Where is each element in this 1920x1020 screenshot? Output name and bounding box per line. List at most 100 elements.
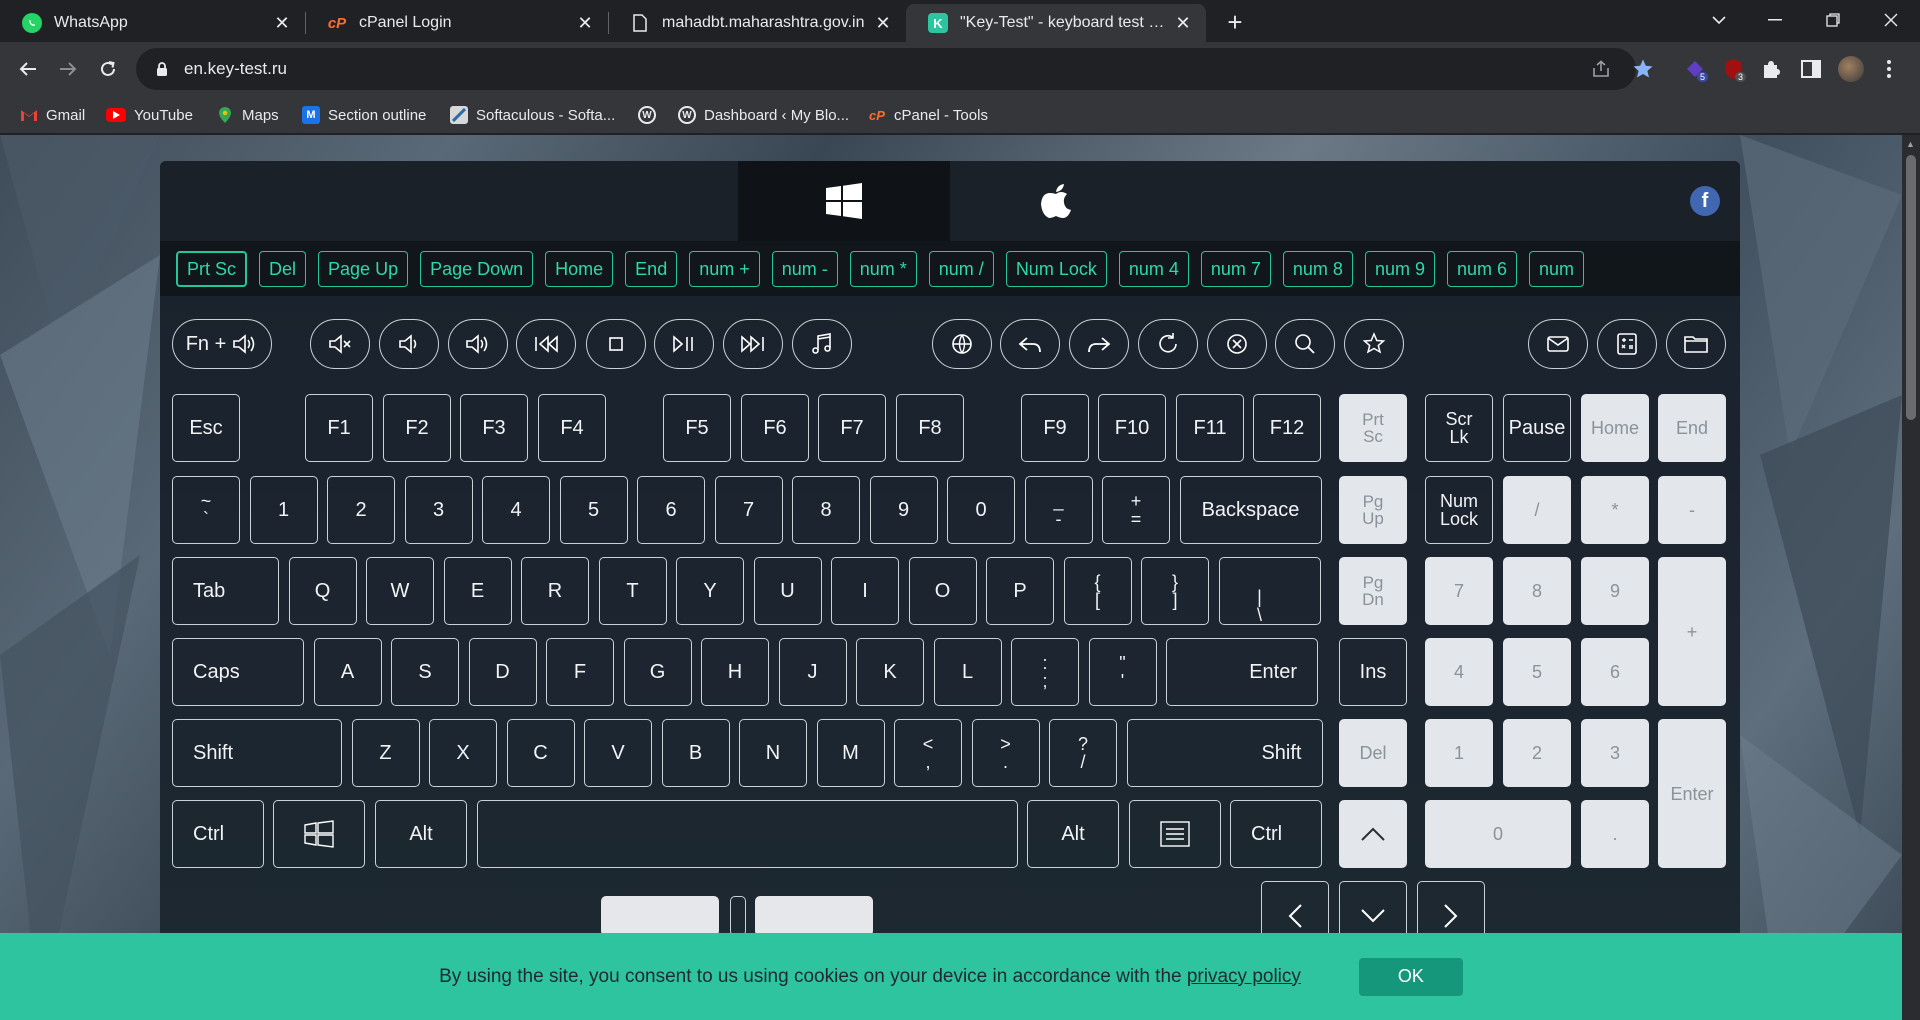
ublock-icon[interactable]: 3 [1718,54,1748,84]
key-[interactable]: + = [1102,476,1170,544]
key-f7[interactable]: F7 [818,394,886,462]
bookmark-gmail[interactable]: Gmail [20,104,85,126]
key-c[interactable]: C [506,719,575,787]
key-[interactable]: {[ [1063,557,1132,625]
puzzle-extensions-icon[interactable] [1756,54,1786,84]
key-3[interactable]: 3 [404,476,473,544]
key-del[interactable]: Del [1339,719,1407,787]
back-icon[interactable] [12,53,44,85]
mouse-wheel[interactable] [730,896,746,936]
key-num7[interactable]: 7 [1425,557,1493,625]
key-num5[interactable]: 5 [1503,638,1571,706]
key-v[interactable]: V [584,719,652,787]
key-ins[interactable]: Ins [1339,638,1407,706]
key-j[interactable]: J [778,638,847,706]
share-icon[interactable] [1586,54,1616,84]
cookie-ok-button[interactable]: OK [1358,957,1463,996]
key-pause[interactable]: Pause [1503,394,1571,462]
key-f12[interactable]: F12 [1253,394,1321,462]
mouse-left-button[interactable] [601,896,719,936]
reload-icon[interactable] [92,53,124,85]
apple-tab[interactable] [950,161,1162,241]
key-num-plus[interactable]: + [1658,557,1726,706]
bookmark-section-outline[interactable]: M Section outline [302,104,426,126]
key-[interactable]: }] [1141,557,1209,625]
voldown-key[interactable] [379,319,439,369]
key-prtsc[interactable]: Prt Sc [1339,394,1407,462]
facebook-icon[interactable]: f [1690,186,1720,216]
menu-icon[interactable] [1874,54,1904,84]
key-enter[interactable]: Enter [1166,638,1318,706]
key-t[interactable]: T [598,557,667,625]
key-num8[interactable]: 8 [1503,557,1571,625]
key-4[interactable]: 4 [482,476,550,544]
close-window-icon[interactable] [1862,0,1920,40]
key-[interactable]: ~ ` [172,476,240,544]
key-num-enter[interactable]: Enter [1658,719,1726,868]
key-8[interactable]: 8 [792,476,860,544]
key-numlock[interactable]: Num Lock [1425,476,1493,544]
key-ctrl-left[interactable]: Ctrl [172,800,264,868]
new-tab-button[interactable]: + [1220,7,1250,37]
tab-search-icon[interactable] [1690,0,1748,40]
stopload-key[interactable] [1207,319,1267,369]
stop-key[interactable] [586,319,646,369]
star-key[interactable] [1344,319,1404,369]
key-0[interactable]: 0 [947,476,1015,544]
forward-key[interactable] [1069,319,1129,369]
key-m[interactable]: M [816,719,885,787]
tab-cpanel[interactable]: cP cPanel Login ✕ [305,4,608,42]
key-f9[interactable]: F9 [1021,394,1089,462]
key-f8[interactable]: F8 [896,394,964,462]
key-x[interactable]: X [429,719,497,787]
close-tab-icon[interactable]: ✕ [574,12,596,34]
key-alt-left[interactable]: Alt [375,800,467,868]
key-7[interactable]: 7 [714,476,783,544]
key-caps[interactable]: Caps [172,638,304,706]
key-[interactable]: <, [894,719,962,787]
key-shift-left[interactable]: Shift [172,719,342,787]
key-g[interactable]: G [623,638,692,706]
key-num0[interactable]: 0 [1425,800,1571,868]
close-tab-icon[interactable]: ✕ [271,12,293,34]
key-z[interactable]: Z [351,719,420,787]
key-n[interactable]: N [739,719,807,787]
key-b[interactable]: B [661,719,730,787]
privacy-policy-link[interactable]: privacy policy [1187,966,1301,987]
key-5[interactable]: 5 [559,476,628,544]
key-[interactable]: - [1658,476,1726,544]
key-u[interactable]: U [753,557,822,625]
key-f3[interactable]: F3 [460,394,528,462]
key-q[interactable]: Q [288,557,357,625]
tab-mahadbt[interactable]: mahadbt.maharashtra.gov.in ✕ [608,4,906,42]
folder-key[interactable] [1666,319,1726,369]
globe-key[interactable] [932,319,992,369]
key-f2[interactable]: F2 [383,394,451,462]
mouse-right-button[interactable] [755,896,873,936]
bookmark-star-icon[interactable] [1628,54,1658,84]
key-h[interactable]: H [701,638,769,706]
key-space[interactable] [477,800,1018,868]
key-[interactable]: / [1503,476,1571,544]
key-o[interactable]: O [908,557,977,625]
prev-key[interactable] [516,319,576,369]
profile-avatar[interactable] [1836,54,1866,84]
back-key[interactable] [1000,319,1060,369]
fn-volume-key[interactable]: Fn + [172,319,272,369]
key-num-dot[interactable]: . [1581,800,1649,868]
key-f10[interactable]: F10 [1098,394,1166,462]
key-ctrl-right[interactable]: Ctrl [1230,800,1322,868]
key-f11[interactable]: F11 [1176,394,1244,462]
music-key[interactable] [792,319,852,369]
key-y[interactable]: Y [676,557,744,625]
scroll-up-icon[interactable]: ▲ [1906,139,1915,149]
key-f1[interactable]: F1 [305,394,373,462]
key-num4[interactable]: 4 [1425,638,1493,706]
key-9[interactable]: 9 [869,476,938,544]
tab-whatsapp[interactable]: WhatsApp ✕ [0,4,305,42]
key-alt-right[interactable]: Alt [1027,800,1119,868]
key-f4[interactable]: F4 [538,394,606,462]
key-p[interactable]: P [986,557,1054,625]
key-2[interactable]: 2 [327,476,395,544]
extension-icon[interactable]: 5 [1680,54,1710,84]
